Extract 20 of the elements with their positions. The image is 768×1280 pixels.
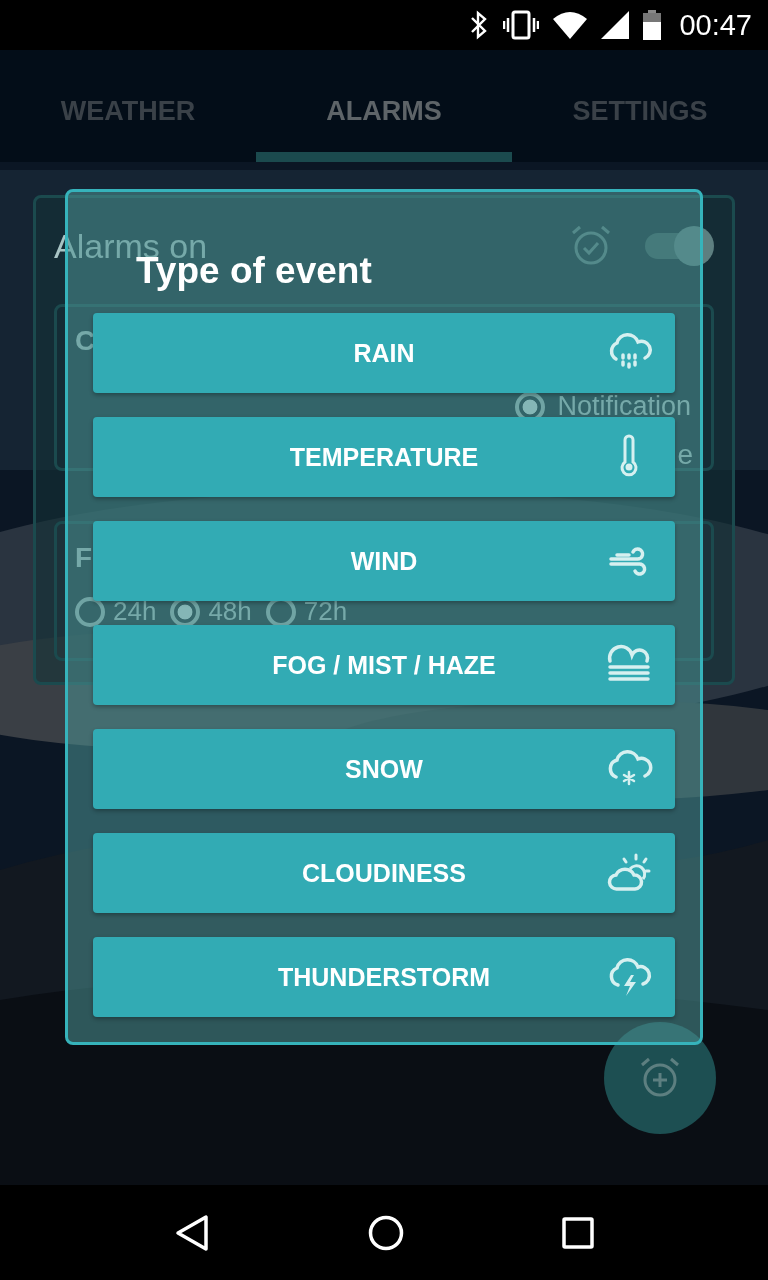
card-title: C [75, 325, 96, 356]
event-type-button[interactable]: TEMPERATURE [93, 417, 675, 497]
event-type-button[interactable]: THUNDERSTORM [93, 937, 675, 1017]
recents-icon[interactable] [562, 1216, 594, 1249]
event-type-button[interactable]: CLOUDINESS [93, 833, 675, 913]
event-type-button[interactable]: SNOW [93, 729, 675, 809]
tab[interactable]: ALARMS [256, 50, 512, 162]
battery-icon [643, 10, 662, 40]
event-type-button[interactable]: FOG / MIST / HAZE [93, 625, 675, 705]
clock-time: 00:47 [679, 8, 752, 42]
home-icon[interactable] [368, 1214, 404, 1251]
card-title: F [75, 542, 93, 573]
wifi-icon [553, 11, 588, 39]
event-type-button[interactable]: WIND [93, 521, 675, 601]
vibrate-icon [503, 10, 540, 40]
back-icon[interactable] [174, 1213, 210, 1252]
option-label: e [677, 439, 693, 471]
event-type-button[interactable]: RAIN [93, 313, 675, 393]
signal-icon [601, 11, 630, 39]
alarm-check-icon [570, 225, 612, 267]
